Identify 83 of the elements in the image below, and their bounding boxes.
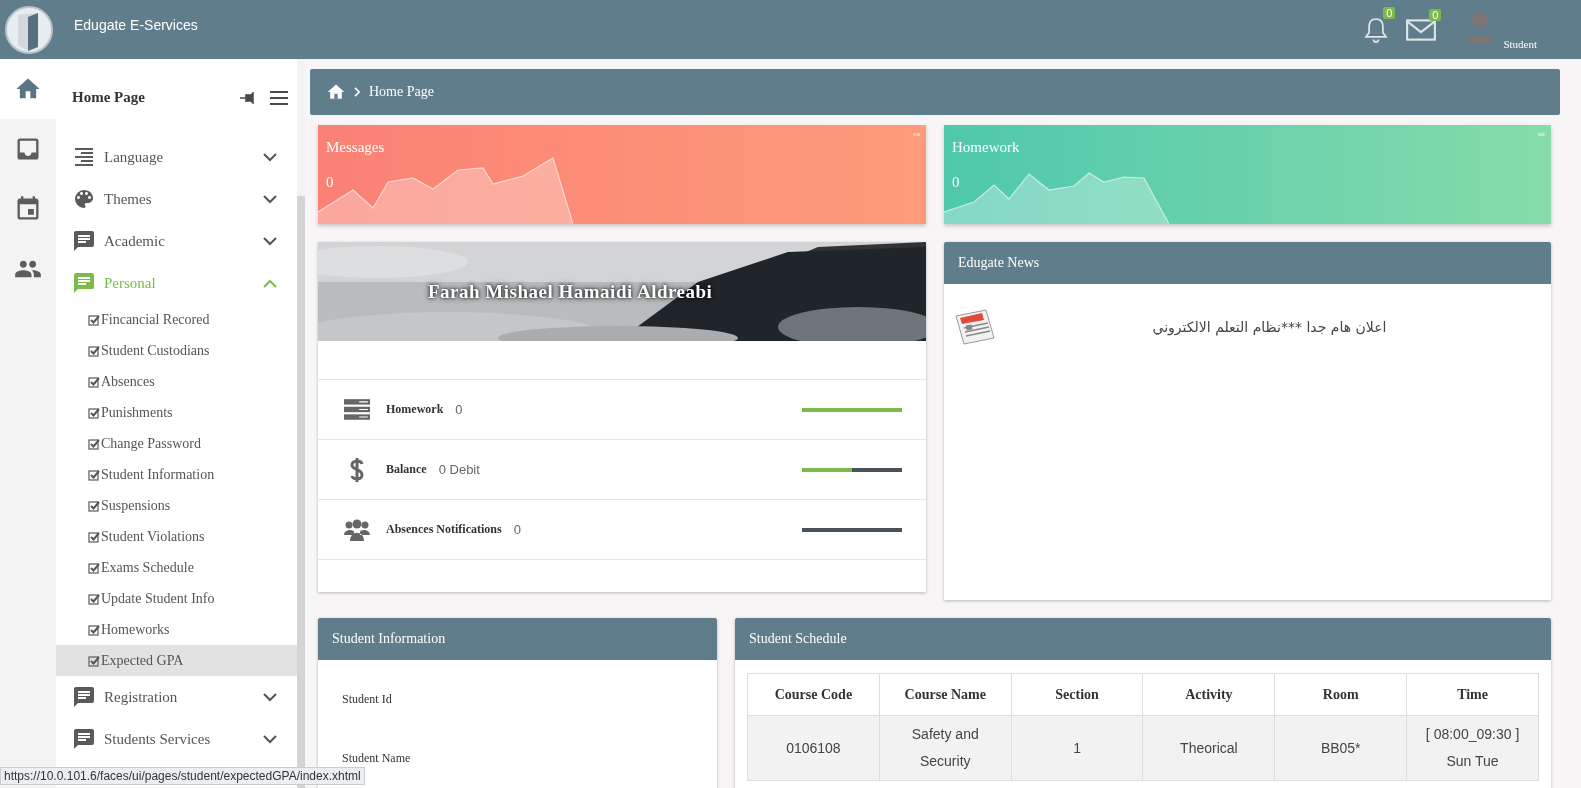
column-header: Course Name (879, 673, 1012, 716)
table-cell: Theorical (1143, 715, 1275, 781)
chevron-right-icon (354, 87, 361, 97)
menu-group[interactable]: Registration (56, 676, 297, 718)
column-header: Section (1011, 673, 1143, 716)
chevron-down-icon (263, 236, 277, 246)
checkbox-icon (88, 468, 100, 481)
newspaper-icon (952, 308, 998, 346)
submenu-item[interactable]: Fincancial Recored (56, 304, 297, 335)
message-count: 0 (1429, 8, 1442, 21)
table-cell: 0106108 (747, 715, 880, 781)
card-title: Homework (952, 139, 1021, 156)
submenu-item[interactable]: Expected GPA (56, 645, 297, 676)
stat-value: 0 (513, 522, 521, 537)
card-value: 0 (326, 174, 335, 191)
column-header: Time (1406, 673, 1539, 716)
submenu-item[interactable]: Student Information (56, 459, 297, 490)
chevron-down-icon (263, 734, 277, 744)
submenu-item[interactable]: Student Custodians (56, 335, 297, 366)
checkbox-icon (88, 499, 100, 512)
submenu-item[interactable]: Homeworks (56, 614, 297, 645)
checkbox-icon (88, 313, 100, 326)
app-title: Edugate E-Services (74, 16, 198, 33)
panel-title: Student Schedule (749, 631, 847, 647)
menu-title: Home Page (72, 89, 146, 106)
checkbox-icon (88, 623, 100, 636)
menu-group[interactable]: Students Services (56, 718, 297, 760)
stat-label: Homework (386, 402, 444, 417)
chevron-down-icon (263, 692, 277, 702)
menu-icon[interactable] (269, 89, 289, 106)
pin-icon[interactable] (239, 91, 255, 104)
submenu-item[interactable]: Suspensions (56, 490, 297, 521)
checkbox-icon (88, 561, 100, 574)
message-icon (72, 685, 96, 709)
checkbox-icon (88, 654, 100, 667)
panel-title: Edugate News (958, 255, 1040, 271)
submenu-item[interactable]: Update Student Info (56, 583, 297, 614)
submenu-item[interactable]: Exams Schedule (56, 552, 297, 583)
checkbox-icon (88, 344, 100, 357)
table-cell: Safety and Security (879, 715, 1012, 781)
door-logo-icon (4, 4, 54, 55)
checkbox-icon (88, 437, 100, 450)
message-icon (72, 271, 96, 295)
chevron-up-icon (263, 278, 277, 288)
message-icon (72, 727, 96, 751)
chevron-down-icon (263, 194, 277, 204)
home-icon[interactable] (326, 82, 346, 102)
column-header: Activity (1143, 673, 1275, 716)
table-cell: 1 (1011, 715, 1143, 781)
checkbox-icon (88, 530, 100, 543)
stat-label: Balance (386, 462, 427, 477)
menu-group[interactable]: Language (56, 136, 297, 178)
menu-group[interactable]: Academic (56, 220, 297, 262)
notification-count: 0 (1383, 6, 1396, 19)
submenu-item[interactable]: Punishments (56, 397, 297, 428)
checkbox-icon (88, 592, 100, 605)
stat-value: 0 Debit (438, 462, 480, 477)
checkbox-icon (88, 406, 100, 419)
card-title: Messages (326, 139, 386, 156)
group-icon (344, 518, 370, 541)
submenu-item[interactable]: Change Password (56, 428, 297, 459)
chevron-down-icon (263, 152, 277, 162)
align-lines-icon (72, 145, 96, 169)
column-header: Room (1274, 673, 1407, 716)
user-name: Student (1503, 37, 1537, 50)
table-cell: [ 08:00_09:30 ] Sun Tue (1406, 715, 1539, 781)
column-header: Course Code (747, 673, 880, 716)
palette-icon (72, 187, 96, 211)
menu-group[interactable]: Themes (56, 178, 297, 220)
stat-value: 0 (455, 402, 463, 417)
breadcrumb-link[interactable]: Home Page (369, 84, 434, 100)
link-url-tooltip: https://10.0.101.6/faces/ui/pages/student/expectedGPA/index.xhtml (0, 767, 365, 785)
news-link[interactable]: اعلان هام جدا ***نظام التعلم الالكتروني (998, 319, 1541, 335)
field-label: Student Id (341, 691, 393, 708)
message-icon (72, 229, 96, 253)
stat-label: Absences Notifications (386, 522, 502, 537)
submenu-item[interactable]: Student Violations (56, 521, 297, 552)
table-cell: BB05* (1274, 715, 1407, 781)
panel-title: Student Information (332, 631, 446, 647)
submenu-item[interactable]: Absences (56, 366, 297, 397)
card-value: 0 (952, 174, 961, 191)
checkbox-icon (88, 375, 100, 388)
server-icon (344, 398, 370, 421)
